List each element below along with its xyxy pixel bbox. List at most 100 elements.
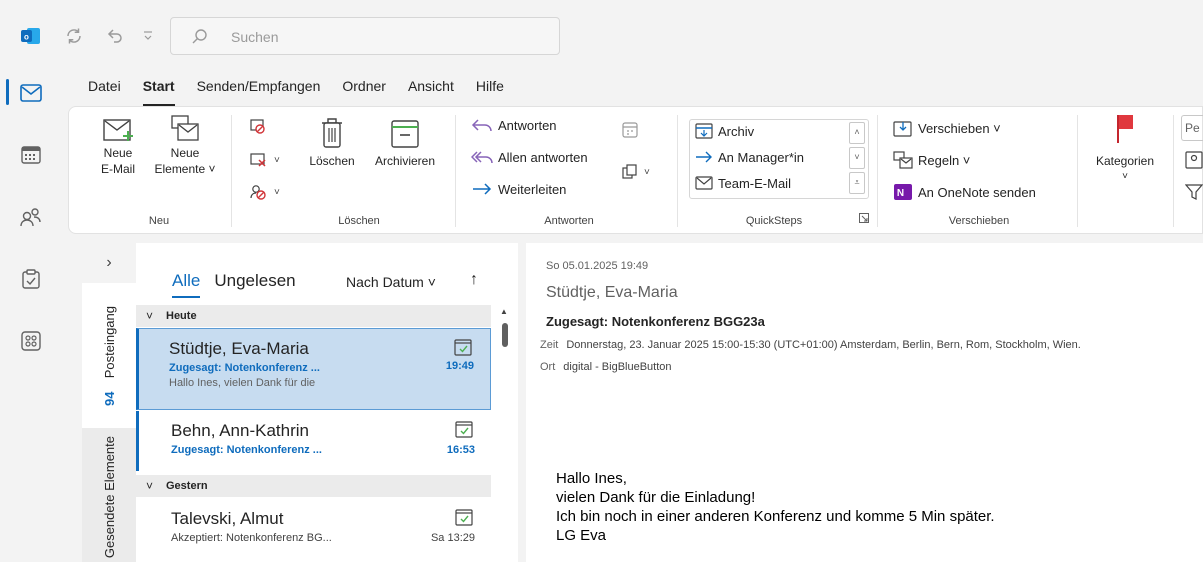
categorize-button[interactable]: Kategorien ˅ (1085, 111, 1165, 185)
group-header-label: Gestern (166, 480, 208, 492)
meeting-time-value: Donnerstag, 23. Januar 2025 15:00-15:30 … (566, 339, 1081, 351)
expand-folder-pane-icon[interactable]: › (82, 243, 136, 283)
meeting-location-row: Ort digital - BigBlueButton (540, 361, 672, 373)
tab-hilfe[interactable]: Hilfe (476, 78, 504, 100)
filter-icon[interactable] (1185, 183, 1203, 201)
quicksteps-more-icon[interactable]: ⩡ (849, 172, 865, 194)
mail-icon[interactable] (14, 76, 48, 110)
archive-small-icon (695, 123, 713, 139)
categorize-chevron-icon: ˅ (1122, 171, 1128, 182)
tasks-icon[interactable] (14, 262, 48, 296)
sort-direction-icon[interactable]: ↑ (470, 271, 478, 289)
new-items-button[interactable]: Neue Elemente ˅ (147, 113, 223, 177)
ribbon-separator (231, 115, 232, 227)
chevron-down-icon: ˅ (146, 309, 154, 323)
group-label-quicksteps: QuickSteps (745, 215, 803, 227)
archive-button[interactable]: Archivieren (365, 113, 445, 169)
apps-icon[interactable] (14, 324, 48, 358)
forward-button[interactable]: Weiterleiten (471, 181, 566, 197)
cleanup-button[interactable]: ˅ (249, 151, 280, 169)
folder-sent[interactable]: Gesendete Elemente (82, 433, 136, 562)
rules-label: Regeln ˅ (918, 152, 971, 168)
list-item[interactable]: Stüdtje, Eva-Maria Zugesagt: Notenkonfer… (136, 328, 491, 410)
meeting-accepted-icon (455, 509, 473, 526)
filter-unread[interactable]: Ungelesen (214, 271, 295, 291)
junk-icon (250, 185, 266, 200)
flag-icon (1117, 115, 1133, 143)
rules-button[interactable]: Regeln ˅ (893, 151, 970, 169)
forward-label: Weiterleiten (498, 181, 567, 197)
onenote-button[interactable]: N An OneNote senden (893, 183, 1036, 201)
quicksteps-dialog-launcher-icon[interactable] (859, 213, 874, 223)
quickstep-team-email[interactable]: Team-E-Mail (695, 175, 791, 191)
quicksteps-scroll[interactable]: ˄ ˅ ⩡ (847, 119, 869, 199)
group-header-yesterday[interactable]: ˅ Gestern (136, 475, 491, 497)
group-label-neu: Neu (148, 215, 170, 227)
people-search-input[interactable]: Pe (1181, 115, 1203, 141)
body-line: LG Eva (556, 527, 607, 544)
move-icon (893, 121, 912, 137)
quickstep-archiv[interactable]: Archiv (695, 123, 754, 139)
search-box[interactable]: Suchen (170, 17, 560, 55)
undo-icon[interactable] (104, 26, 124, 51)
ribbon: Neue E-Mail Neue Elemente ˅ Neu ˅ ˅ Lösc… (68, 106, 1203, 234)
sync-icon[interactable] (64, 26, 84, 51)
reply-label: Antworten (498, 117, 557, 133)
tab-senden-empfangen[interactable]: Senden/Empfangen (197, 78, 321, 100)
scroll-thumb[interactable] (502, 323, 508, 347)
message-subject-title: Zugesagt: Notenkonferenz BGG23a (546, 314, 765, 329)
trash-icon (322, 118, 342, 148)
reply-all-button[interactable]: Allen antworten (471, 149, 588, 165)
people-search-text: Pe (1185, 121, 1200, 135)
calendar-icon[interactable] (14, 138, 48, 172)
meeting-icon (622, 122, 638, 138)
list-item[interactable]: Behn, Ann-Kathrin Zugesagt: Notenkonfere… (136, 411, 491, 471)
new-email-button[interactable]: Neue E-Mail (93, 113, 143, 177)
filter-all[interactable]: Alle (172, 271, 201, 298)
message-from[interactable]: Stüdtje, Eva-Maria (546, 284, 678, 302)
message-time: 19:49 (445, 360, 474, 372)
junk-button[interactable]: ˅ (249, 183, 280, 201)
move-button[interactable]: Verschieben ˅ (893, 119, 1001, 137)
address-book-icon[interactable] (1185, 151, 1203, 169)
meeting-location-label: Ort (540, 361, 556, 373)
reply-button[interactable]: Antworten (471, 117, 557, 133)
quickstep-manager[interactable]: An Manager*in (695, 149, 804, 165)
group-header-label: Heute (166, 310, 197, 322)
group-label-loeschen: Löschen (338, 215, 380, 227)
body-line: Ich bin noch in einer anderen Konferenz … (556, 508, 995, 525)
message-list-scrollbar[interactable]: ▲ (500, 303, 510, 562)
scroll-up-icon[interactable]: ▲ (500, 307, 508, 316)
new-items-label-2: Elemente ˅ (154, 162, 216, 176)
quick-access-dropdown-icon[interactable] (142, 26, 154, 51)
cleanup-chevron-icon: ˅ (274, 154, 280, 166)
new-email-label-1: Neue (103, 146, 133, 160)
ribbon-separator (1077, 115, 1078, 227)
search-placeholder: Suchen (231, 29, 279, 45)
more-respond-button[interactable]: ˅ (621, 163, 650, 181)
tab-ordner[interactable]: Ordner (342, 78, 386, 100)
meeting-button[interactable] (621, 121, 644, 139)
onenote-icon: N (894, 184, 912, 200)
arrow-right-icon (696, 151, 712, 163)
quicksteps-up-icon[interactable]: ˄ (849, 122, 865, 144)
message-subject: Zugesagt: Notenkonferenz ... (169, 362, 320, 374)
tab-datei[interactable]: Datei (88, 78, 121, 100)
message-sender: Behn, Ann-Kathrin (171, 421, 309, 440)
quicksteps-down-icon[interactable]: ˅ (849, 147, 865, 169)
group-header-today[interactable]: ˅ Heute (136, 305, 491, 327)
people-icon[interactable] (14, 200, 48, 234)
reading-pane: So 05.01.2025 19:49 Stüdtje, Eva-Maria Z… (526, 243, 1203, 562)
tab-start[interactable]: Start (142, 78, 175, 106)
sort-dropdown[interactable]: Nach Datum ˅ (346, 274, 436, 290)
delete-button[interactable]: Löschen (301, 113, 363, 169)
list-item[interactable]: Talevski, Almut Akzeptiert: Notenkonfere… (136, 499, 491, 562)
new-items-label-1: Neue (170, 146, 200, 160)
list-filters: Alle Ungelesen (172, 271, 310, 298)
rules-icon (893, 151, 913, 169)
app-rail (0, 72, 60, 562)
ignore-button[interactable] (249, 117, 272, 135)
tab-ansicht[interactable]: Ansicht (408, 78, 454, 100)
reply-all-icon (471, 151, 493, 164)
folder-inbox[interactable]: 94 Posteingang (82, 283, 136, 428)
